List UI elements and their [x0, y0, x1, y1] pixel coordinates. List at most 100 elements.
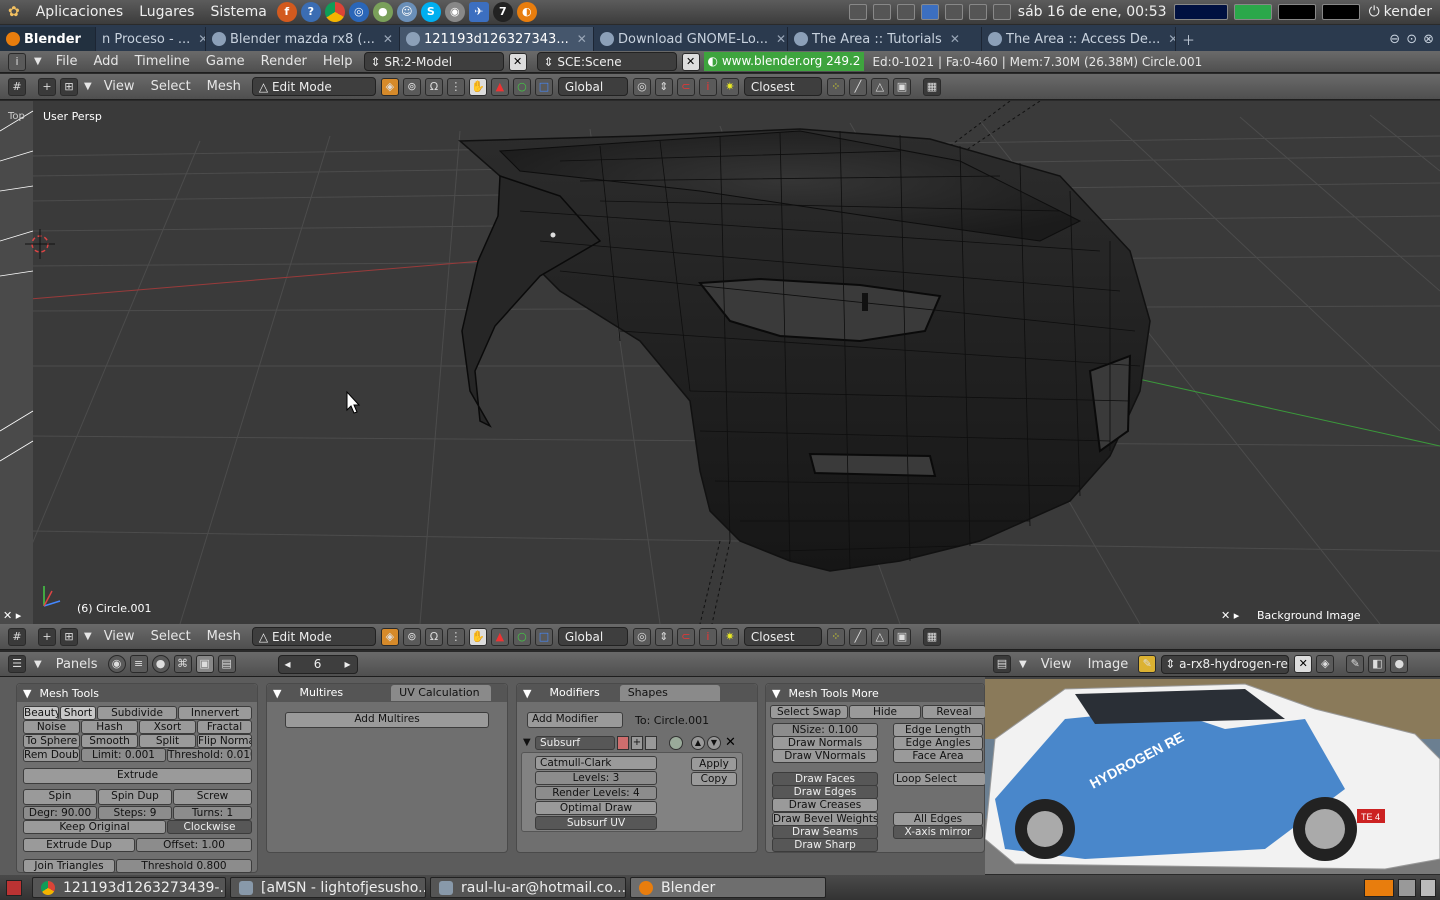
spin-dup-button[interactable]: Spin Dup	[98, 789, 172, 805]
threshold-field[interactable]: Threshold: 0.010	[167, 748, 252, 762]
fractal-button[interactable]: Fractal	[197, 720, 252, 734]
mode-selector[interactable]: △ Edit Mode	[251, 627, 376, 646]
show-desktop-icon[interactable]	[6, 879, 22, 896]
beauty-toggle[interactable]: Beauty	[23, 706, 59, 720]
chrome-icon[interactable]	[324, 2, 345, 22]
levels-field[interactable]: Levels: 3	[535, 771, 657, 785]
magnet-icon[interactable]: Ω	[424, 77, 443, 96]
rotate-icon[interactable]: ○	[512, 77, 531, 96]
translate-icon[interactable]: ▲	[490, 627, 509, 646]
logic-icon[interactable]: ◉	[107, 655, 126, 673]
info-window-icon[interactable]: i	[8, 52, 26, 71]
vertex-select-icon[interactable]: ⁘	[826, 627, 845, 646]
window-close-icon[interactable]: ⊗	[1423, 32, 1434, 47]
collapse-arrow-icon[interactable]: ▼	[28, 659, 48, 670]
menu-add[interactable]: Add	[85, 54, 126, 69]
image-close-icon[interactable]: ✕	[1294, 655, 1313, 673]
twitter-icon[interactable]: ✈	[468, 2, 489, 22]
modifier-realtime-icon[interactable]	[669, 736, 683, 750]
modifier-cage-icon[interactable]	[645, 736, 657, 750]
threshold2-field[interactable]: Threshold 0.800	[116, 859, 252, 873]
collapse-arrow-icon[interactable]: ▼	[1013, 659, 1033, 670]
snap-selector[interactable]: Closest	[743, 77, 822, 96]
edge-select-icon[interactable]: ╱	[848, 627, 867, 646]
pivot-icon[interactable]: ⊚	[402, 77, 421, 96]
paint-icon[interactable]: ✎	[1346, 655, 1365, 673]
menu-game[interactable]: Game	[198, 54, 253, 69]
draw-creases-toggle[interactable]: Draw Creases	[772, 798, 878, 812]
skype-icon[interactable]: S	[420, 2, 441, 22]
proportional-icon[interactable]: ◎	[632, 627, 651, 646]
panel-header[interactable]: ▼ Mesh Tools More	[766, 684, 984, 702]
loop-select-button[interactable]: Loop Select	[893, 772, 986, 786]
scale-icon[interactable]: □	[534, 77, 553, 96]
keep-original-toggle[interactable]: Keep Original	[23, 820, 166, 834]
magnet-icon[interactable]: Ω	[424, 627, 443, 646]
subdivide-button[interactable]: Subdivide	[97, 706, 177, 720]
vertex-select-icon[interactable]: ⁘	[826, 77, 845, 96]
workspace-1-icon[interactable]	[1364, 878, 1394, 897]
edge-length-toggle[interactable]: Edge Length	[893, 723, 983, 737]
render-levels-field[interactable]: Render Levels: 4	[535, 786, 657, 800]
draw-vnormals-toggle[interactable]: Draw VNormals	[772, 749, 878, 763]
firefox-icon[interactable]: f	[276, 2, 297, 22]
envelope-icon[interactable]	[992, 4, 1011, 20]
task-amsn-main[interactable]: [aMSN - lightofjesusho...	[230, 877, 426, 898]
optimal-draw-toggle[interactable]: Optimal Draw	[535, 801, 657, 815]
maximize-icon[interactable]: ⊙	[1406, 32, 1417, 47]
face-area-toggle[interactable]: Face Area	[893, 749, 983, 763]
proportional-icon[interactable]: ◎	[632, 77, 651, 96]
menu-select[interactable]: Select	[143, 629, 199, 644]
close-icon[interactable]: ✕	[577, 32, 587, 46]
noise-button[interactable]: Noise	[23, 720, 80, 734]
draw-sharp-toggle[interactable]: Draw Sharp	[772, 838, 878, 852]
menu-file[interactable]: File	[48, 54, 86, 69]
clock[interactable]: sáb 16 de ene, 00:53	[1014, 4, 1171, 20]
select-swap-button[interactable]: Select Swap	[770, 705, 848, 719]
extrude-dup-button[interactable]: Extrude Dup	[23, 838, 135, 852]
task-blender[interactable]: Blender	[630, 877, 826, 898]
degr-field[interactable]: Degr: 90.00	[23, 806, 97, 820]
short-toggle[interactable]: Short	[60, 706, 96, 720]
help-icon[interactable]: ?	[300, 2, 321, 22]
viewport-canvas[interactable]	[0, 101, 1440, 624]
clockwise-toggle[interactable]: Clockwise	[167, 820, 252, 834]
menu-aplicaciones[interactable]: Aplicaciones	[28, 4, 131, 20]
screw-button[interactable]: Screw	[173, 789, 252, 805]
menu-select[interactable]: Select	[143, 79, 199, 94]
modifier-expand-icon[interactable]: ▼	[523, 737, 531, 748]
menu-help[interactable]: Help	[315, 54, 361, 69]
subsurf-type-dropdown[interactable]: Catmull-Clark	[535, 756, 657, 770]
close-icon[interactable]: ✕	[198, 32, 205, 46]
collapse-arrow-icon[interactable]: ▼	[80, 631, 96, 642]
shading-icon[interactable]: ◈	[380, 627, 399, 646]
view-crosshair-icon[interactable]: +	[38, 627, 56, 646]
menu-lugares[interactable]: Lugares	[131, 4, 202, 20]
shading-icon[interactable]: ◈	[380, 77, 399, 96]
image-settings-icon[interactable]: ◈	[1316, 655, 1335, 673]
ubuntu-one-icon[interactable]: 7	[492, 2, 513, 22]
add-multires-button[interactable]: Add Multires	[285, 712, 489, 728]
mode-selector[interactable]: △ Edit Mode	[251, 77, 376, 96]
mail-icon[interactable]	[896, 4, 915, 20]
menu-view[interactable]: View	[96, 79, 143, 94]
window-title-blender[interactable]: Blender	[0, 27, 96, 51]
earth-icon[interactable]: ◎	[348, 2, 369, 22]
snap-selector[interactable]: Closest	[743, 627, 822, 646]
network-icon[interactable]	[872, 4, 891, 20]
trash-icon[interactable]	[1420, 878, 1436, 897]
snap-target-icon[interactable]: ✷	[720, 77, 739, 96]
buttons-window-icon[interactable]: ☰	[8, 655, 26, 673]
scene-selector[interactable]: ⇕ SCE:Scene	[536, 52, 677, 71]
menu-sistema[interactable]: Sistema	[202, 4, 274, 20]
close-icon[interactable]: ✕	[950, 32, 960, 46]
3d-viewport[interactable]: Top User Persp (6) Circle.001 ✕ ▸ ✕ ▸ Ba…	[0, 101, 1440, 624]
lock-icon[interactable]: ◧	[1368, 655, 1387, 673]
shading-ball-icon[interactable]: ●	[151, 655, 170, 673]
twitter-tray-icon[interactable]	[920, 4, 939, 20]
xsort-button[interactable]: Xsort	[139, 720, 196, 734]
snap-element-icon[interactable]: i	[698, 77, 717, 96]
rotate-icon[interactable]: ○	[512, 627, 531, 646]
layers-icon[interactable]: ⋮	[446, 77, 465, 96]
draw-bevel-weights-toggle[interactable]: Draw Bevel Weights	[772, 812, 878, 826]
